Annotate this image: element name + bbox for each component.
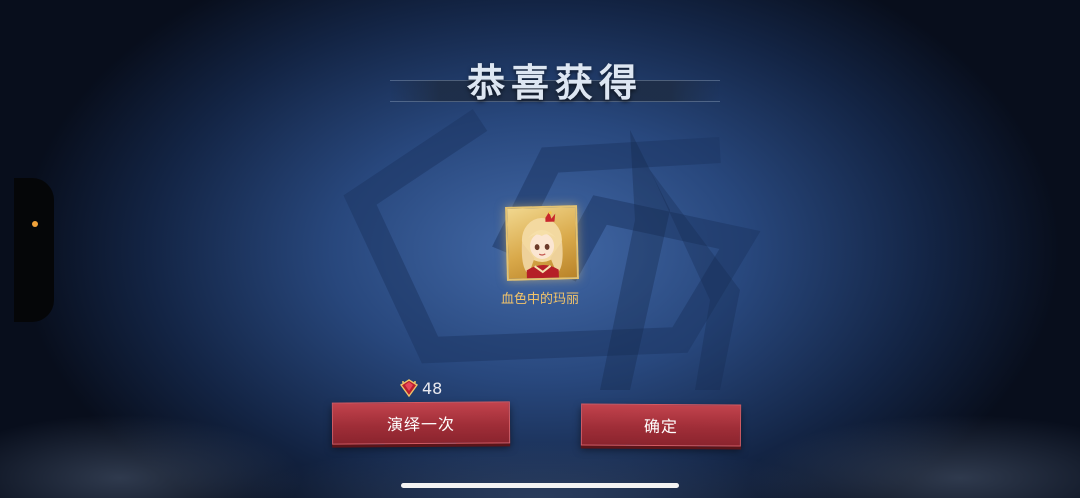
confirm-button[interactable]: 确定 xyxy=(580,403,742,447)
replay-button[interactable]: 演绎一次 xyxy=(331,401,511,445)
crystal-gem-icon xyxy=(399,379,419,398)
reward-item-name: 血色中的玛丽 xyxy=(500,292,579,307)
fog-overlay xyxy=(0,328,1080,498)
device-notch xyxy=(14,178,54,322)
portrait-mary-icon xyxy=(521,211,563,279)
reward-item-card[interactable] xyxy=(505,205,579,281)
cost-value: 48 xyxy=(422,378,443,398)
title-banner: 恭喜获得 xyxy=(390,48,720,108)
page-title: 恭喜获得 xyxy=(466,60,643,105)
home-indicator[interactable] xyxy=(401,483,679,488)
replay-cost: 48 xyxy=(398,377,442,399)
reward-screen: 恭喜获得 血色中的玛丽 48 演绎一次 确定 xyxy=(0,0,1080,498)
privacy-indicator xyxy=(32,221,38,227)
